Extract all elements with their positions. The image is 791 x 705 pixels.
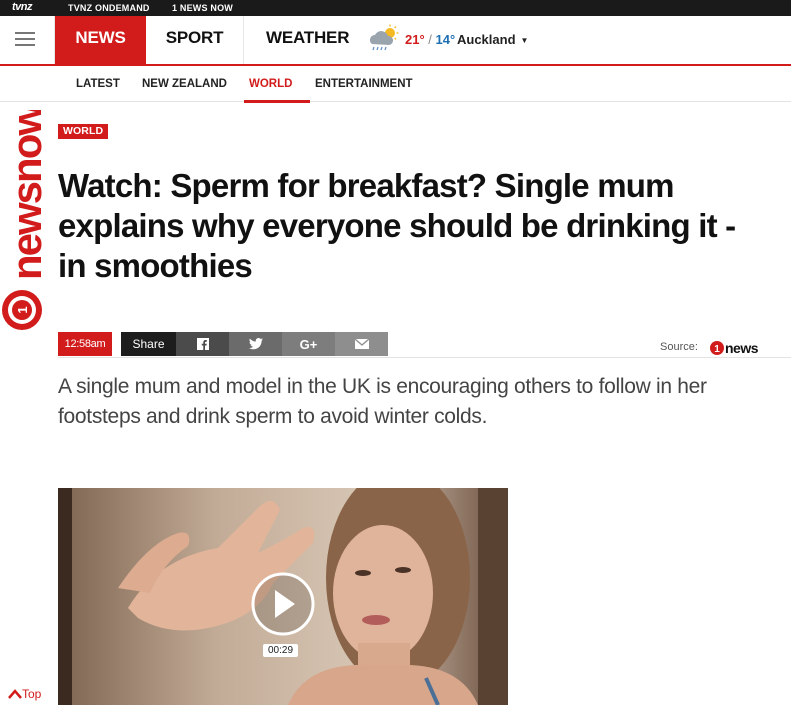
tab-weather[interactable]: WEATHER — [266, 16, 349, 64]
chevron-up-icon — [8, 689, 22, 699]
brand-number: 1 — [15, 306, 30, 313]
article-summary: A single mum and model in the UK is enco… — [58, 375, 707, 428]
video-thumbnail — [58, 488, 508, 705]
twitter-icon[interactable] — [229, 332, 282, 356]
city-selector[interactable]: Auckland ▼ — [457, 32, 528, 47]
top-link-label: Top — [22, 687, 42, 701]
subnav-entertainment[interactable]: ENTERTAINMENT — [315, 78, 413, 90]
back-to-top-link[interactable]: Top — [8, 687, 41, 701]
subnav-new-zealand[interactable]: NEW ZEALAND — [142, 78, 227, 90]
divider — [58, 357, 791, 358]
category-tag[interactable]: WORLD — [58, 124, 109, 139]
top-bar: tvnz TVNZ ONDEMAND 1 NEWS NOW — [0, 0, 791, 16]
sub-nav: LATEST NEW ZEALAND WORLD ENTERTAINMENT — [0, 68, 791, 103]
main-nav: NEWS SPORT WEATHER 21° / 14° Auckland ▼ — [0, 16, 791, 66]
source-label: Source: — [660, 341, 698, 353]
menu-icon[interactable] — [15, 32, 35, 48]
subnav-latest[interactable]: LATEST — [76, 78, 120, 90]
share-label: Share — [121, 332, 176, 356]
article-headline: Watch: Sperm for breakfast? Single mum e… — [58, 167, 736, 284]
brand-text: newsnow — [3, 110, 50, 280]
timestamp: 12:58am — [58, 332, 112, 356]
link-tvnz-ondemand[interactable]: TVNZ ONDEMAND — [68, 3, 150, 13]
1news-source-logo: 1 news — [710, 340, 759, 356]
nav-divider — [243, 16, 244, 64]
temp-low: 14° — [435, 32, 456, 47]
facebook-icon[interactable] — [176, 332, 229, 356]
email-icon[interactable] — [335, 332, 388, 356]
temp-high: 21° — [405, 32, 425, 47]
link-1-news-now[interactable]: 1 NEWS NOW — [172, 3, 233, 13]
caret-down-icon: ▼ — [520, 36, 529, 45]
temp-separator: / — [428, 32, 432, 47]
video-duration: 00:29 — [263, 644, 299, 657]
source-logo-text: news — [725, 340, 759, 356]
newsnow-logo[interactable]: newsnow 1 — [0, 110, 50, 340]
city-label: Auckland — [457, 32, 516, 47]
temperature-readout: 21° / 14° — [405, 32, 455, 47]
tvnz-logo[interactable]: tvnz — [12, 1, 33, 13]
google-plus-icon[interactable]: G+ — [282, 332, 335, 356]
tab-sport[interactable]: SPORT — [146, 16, 243, 64]
source-logo-number: 1 — [714, 344, 720, 355]
subnav-world[interactable]: WORLD — [249, 78, 292, 90]
video-player[interactable]: 00:29 — [58, 488, 508, 705]
tab-news[interactable]: NEWS — [55, 16, 146, 64]
cloud-rain-sun-icon — [370, 24, 399, 51]
subnav-active-indicator — [244, 100, 310, 103]
